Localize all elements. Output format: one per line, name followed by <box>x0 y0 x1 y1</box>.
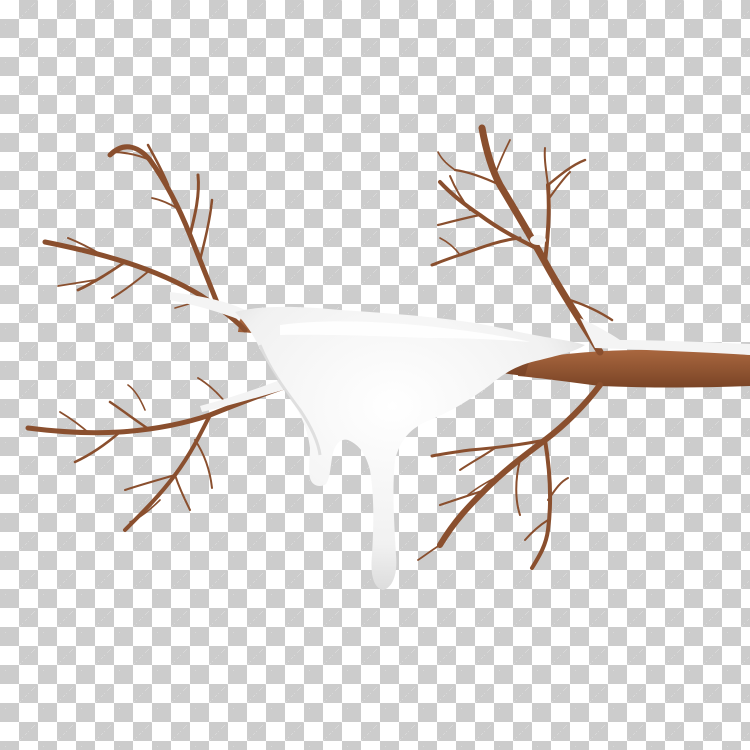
upper-right-twigs <box>430 124 614 356</box>
lower-left-twigs <box>25 377 293 532</box>
transparency-checkerboard-background <box>0 0 750 750</box>
snowy-branch-illustration <box>25 124 750 590</box>
